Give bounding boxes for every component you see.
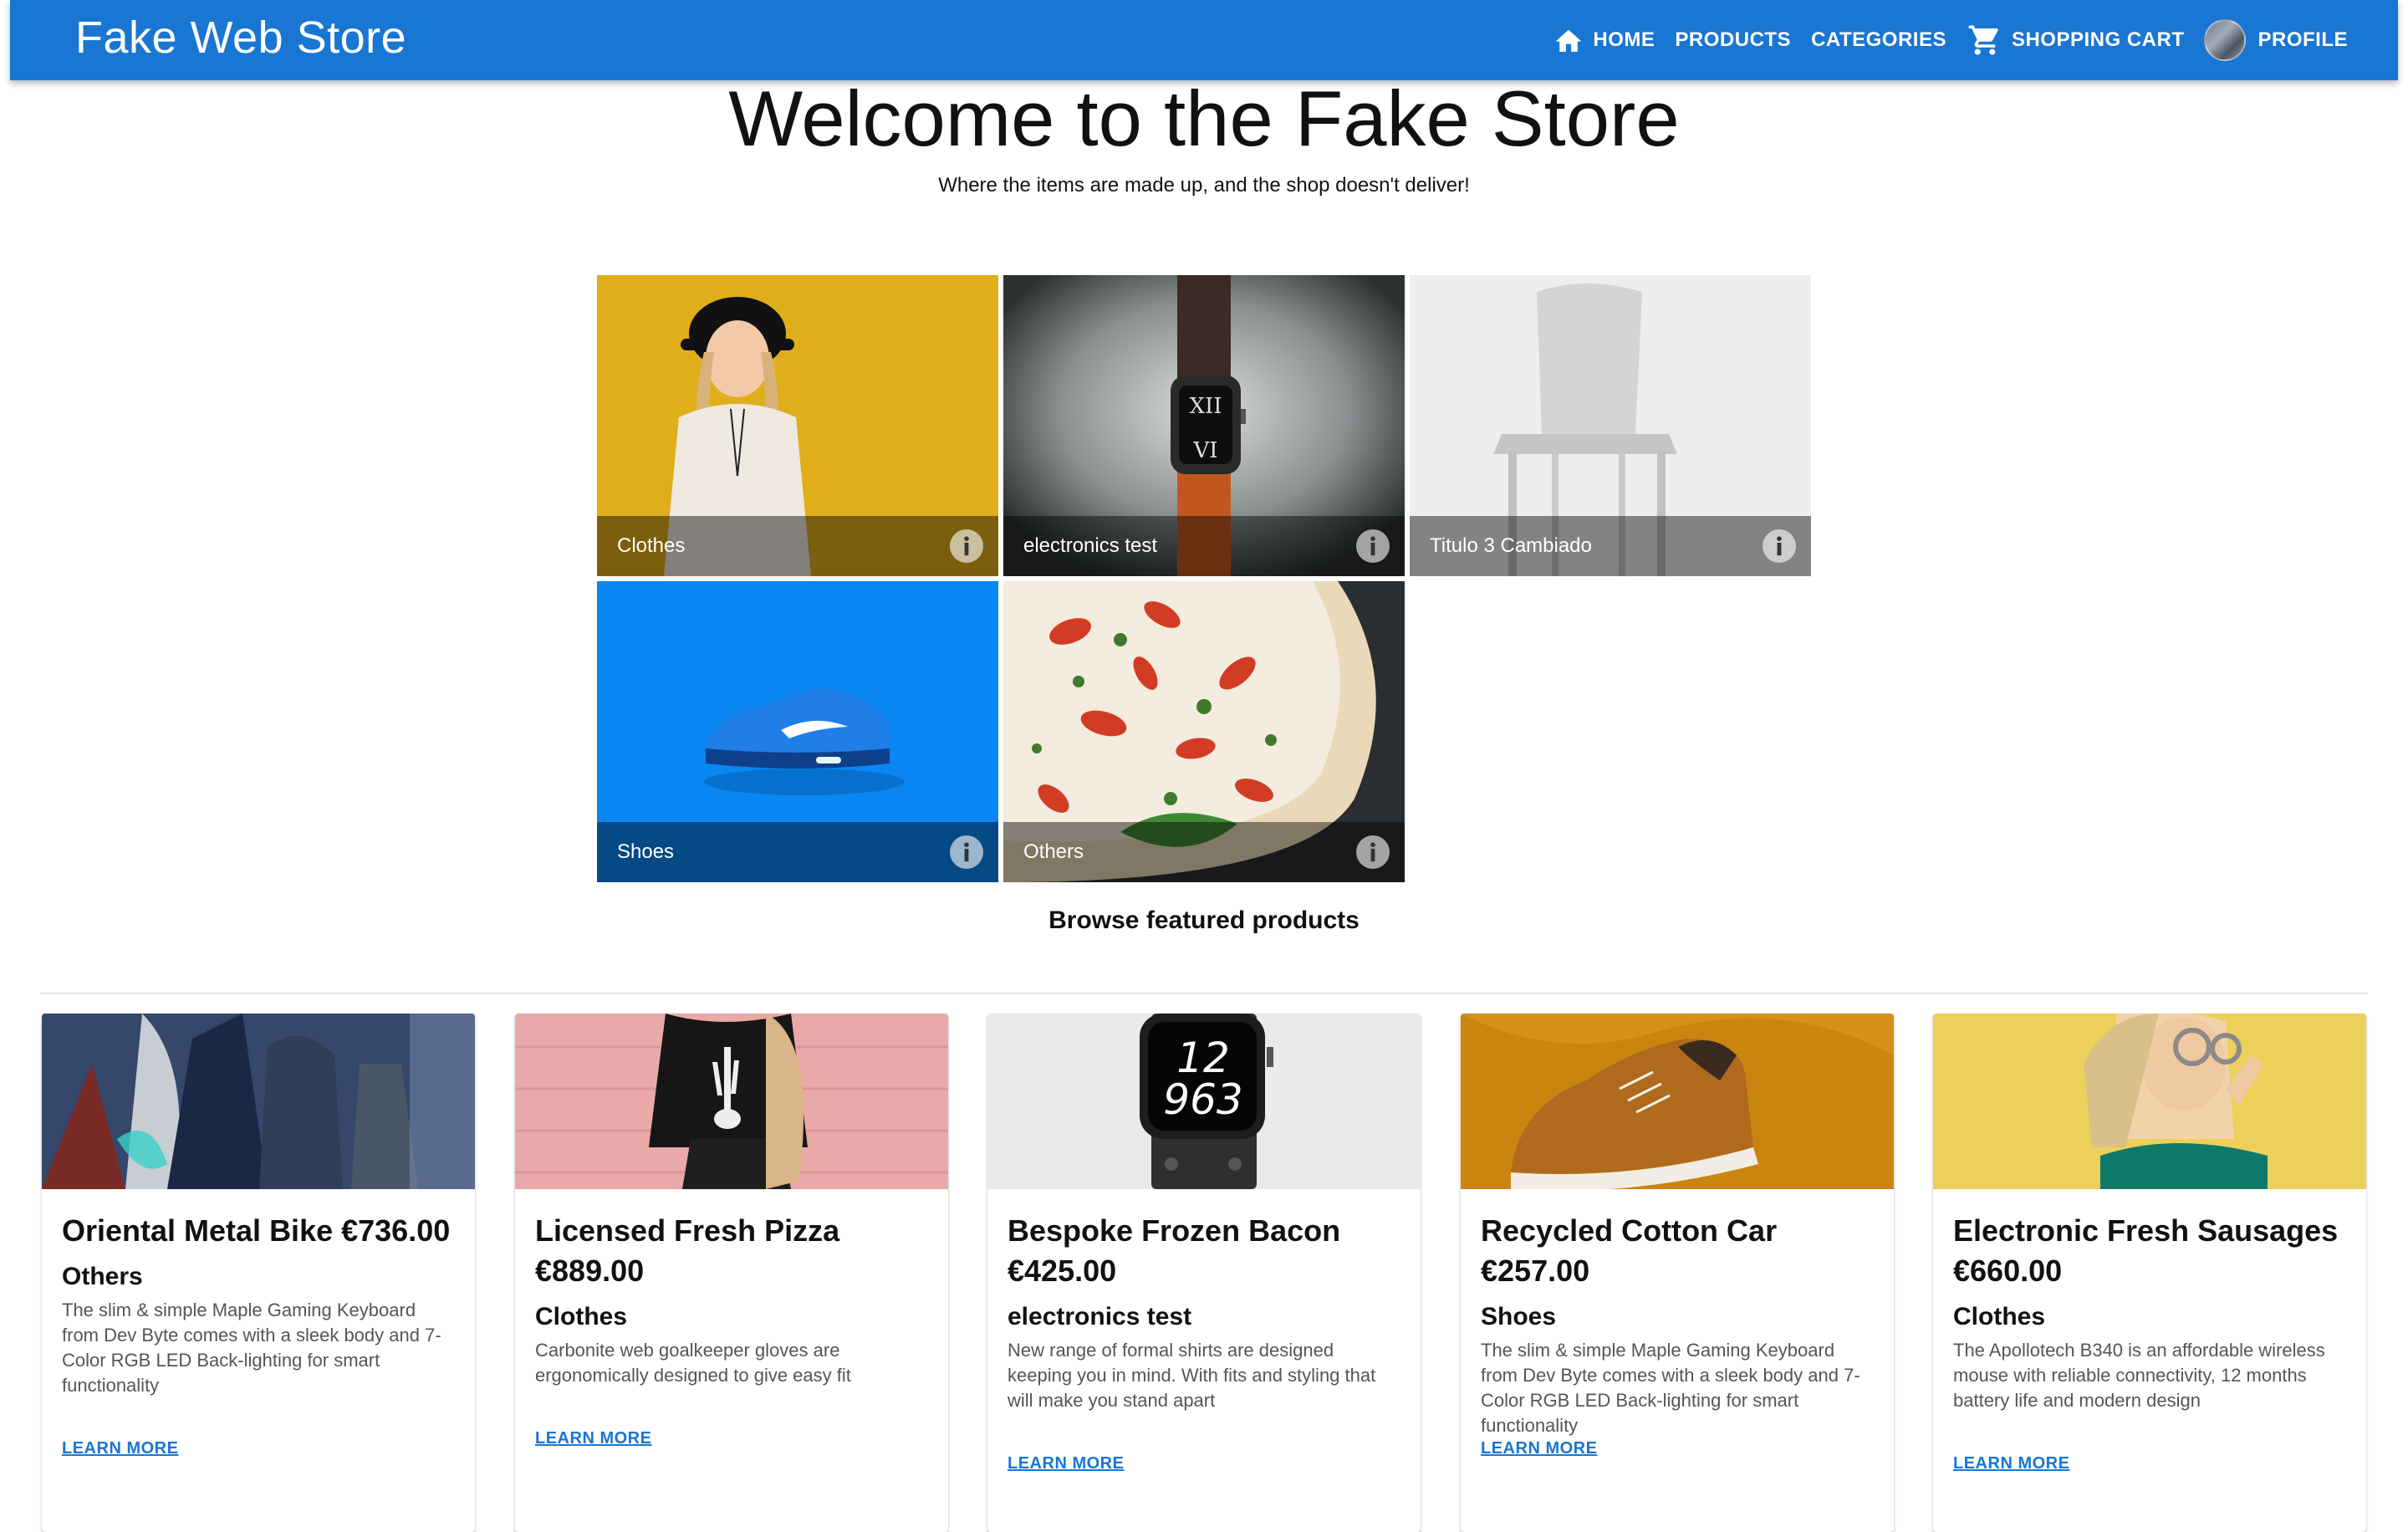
nav-categories-label: CATEGORIES: [1811, 28, 1946, 51]
product-description: New range of formal shirts are designed …: [1008, 1340, 1376, 1411]
category-label: Titulo 3 Cambiado: [1430, 534, 1592, 557]
category-tile-shoes[interactable]: Shoes: [597, 581, 998, 882]
product-category: electronics test: [1008, 1303, 1192, 1330]
info-icon[interactable]: [950, 835, 983, 869]
svg-text:963: 963: [1163, 1075, 1242, 1124]
product-image[interactable]: [515, 1014, 948, 1189]
tile-bar: Titulo 3 Cambiado: [1410, 516, 1811, 576]
nav-home-label: HOME: [1593, 28, 1656, 51]
product-title: Electronic Fresh Sausages €660.00: [1953, 1213, 2339, 1288]
learn-more-button[interactable]: LEARN MORE: [59, 1436, 181, 1462]
tile-bar: Others: [1003, 822, 1405, 882]
category-tile-titulo[interactable]: Titulo 3 Cambiado: [1410, 275, 1811, 576]
nav-categories[interactable]: CATEGORIES: [1801, 13, 1956, 67]
brand-title[interactable]: Fake Web Store: [75, 12, 406, 64]
product-description: Carbonite web goalkeeper gloves are ergo…: [535, 1340, 851, 1386]
nav-products-label: PRODUCTS: [1675, 28, 1792, 51]
product-card: 12 963 Bespoke Frozen Bacon €425.00 elec…: [987, 1014, 1421, 1532]
nav-shopping-cart-label: SHOPPING CART: [2011, 28, 2185, 51]
nav-shopping-cart[interactable]: SHOPPING CART: [1956, 13, 2195, 67]
learn-more-button[interactable]: LEARN MORE: [532, 1426, 655, 1452]
tile-bar: electronics test: [1003, 516, 1405, 576]
app-bar: Fake Web Store HOME PRODUCTS CATEGORIES …: [10, 0, 2398, 80]
svg-text:XII: XII: [1189, 394, 1222, 419]
product-category: Clothes: [1953, 1303, 2046, 1330]
home-icon: [1555, 29, 1582, 52]
learn-more-button[interactable]: LEARN MORE: [1950, 1451, 2073, 1477]
learn-more-button[interactable]: LEARN MORE: [1004, 1451, 1127, 1477]
product-title: Bespoke Frozen Bacon €425.00: [1008, 1213, 1341, 1288]
category-label: Shoes: [617, 840, 675, 863]
category-grid: Clothes XII VI electronics test Titulo 3…: [597, 275, 1814, 884]
product-card: Recycled Cotton Car €257.00 Shoes The sl…: [1461, 1014, 1894, 1532]
nav-products[interactable]: PRODUCTS: [1665, 13, 1801, 67]
nav-profile-label: PROFILE: [2258, 28, 2348, 51]
card-body: Oriental Metal Bike €736.00 Others The s…: [42, 1189, 475, 1398]
card-body: Recycled Cotton Car €257.00 Shoes The sl…: [1461, 1189, 1894, 1438]
product-card: Electronic Fresh Sausages €660.00 Clothe…: [1933, 1014, 2366, 1532]
card-body: Licensed Fresh Pizza €889.00 Clothes Car…: [515, 1189, 948, 1388]
product-card: Oriental Metal Bike €736.00 Others The s…: [42, 1014, 475, 1532]
product-category: Clothes: [535, 1303, 628, 1330]
product-image[interactable]: [42, 1014, 475, 1189]
product-category: Others: [62, 1263, 143, 1290]
product-image[interactable]: 12 963: [987, 1014, 1421, 1189]
svg-text:VI: VI: [1192, 438, 1217, 463]
product-description: The slim & simple Maple Gaming Keyboard …: [62, 1300, 441, 1396]
divider: [40, 993, 2368, 994]
info-icon[interactable]: [1763, 529, 1796, 563]
card-body: Bespoke Frozen Bacon €425.00 electronics…: [987, 1189, 1421, 1413]
avatar: [2204, 19, 2247, 61]
tile-bar: Shoes: [597, 822, 998, 882]
product-description: The slim & simple Maple Gaming Keyboard …: [1481, 1340, 1860, 1436]
category-tile-electronics[interactable]: XII VI electronics test: [1003, 275, 1405, 576]
product-image[interactable]: [1933, 1014, 2366, 1189]
info-icon[interactable]: [1356, 529, 1390, 563]
product-image[interactable]: [1461, 1014, 1894, 1189]
main-nav: HOME PRODUCTS CATEGORIES SHOPPING CART P…: [1543, 0, 2358, 80]
category-label: electronics test: [1023, 534, 1158, 557]
shopping-cart-icon: [1968, 25, 1998, 55]
category-tile-others[interactable]: Others: [1003, 581, 1405, 882]
info-icon[interactable]: [950, 529, 983, 563]
product-title: Recycled Cotton Car €257.00: [1481, 1213, 1778, 1288]
card-body: Electronic Fresh Sausages €660.00 Clothe…: [1933, 1189, 2366, 1413]
category-tile-clothes[interactable]: Clothes: [597, 275, 998, 576]
product-category: Shoes: [1481, 1303, 1557, 1330]
page-subtitle: Where the items are made up, and the sho…: [938, 174, 1470, 197]
product-description: The Apollotech B340 is an affordable wir…: [1953, 1340, 2325, 1411]
product-title: Oriental Metal Bike €736.00: [62, 1213, 451, 1248]
category-label: Clothes: [617, 534, 686, 557]
learn-more-button[interactable]: LEARN MORE: [1477, 1436, 1600, 1462]
page-title: Welcome to the Fake Store: [728, 74, 1680, 162]
info-icon[interactable]: [1356, 835, 1390, 869]
tile-bar: Clothes: [597, 516, 998, 576]
nav-home[interactable]: HOME: [1543, 13, 1665, 67]
product-title: Licensed Fresh Pizza €889.00: [535, 1213, 840, 1288]
nav-profile[interactable]: PROFILE: [2194, 13, 2358, 67]
browse-featured-heading: Browse featured products: [1048, 906, 1360, 934]
product-card: Licensed Fresh Pizza €889.00 Clothes Car…: [515, 1014, 948, 1532]
category-label: Others: [1023, 840, 1084, 863]
